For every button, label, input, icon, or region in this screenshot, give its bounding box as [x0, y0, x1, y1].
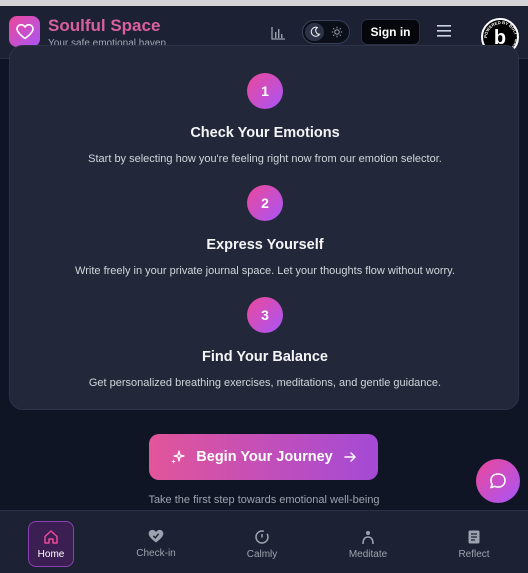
hamburger-menu-icon[interactable]	[437, 25, 451, 37]
nav-meditate[interactable]: Meditate	[338, 521, 398, 567]
app-title: Soulful Space	[48, 16, 161, 35]
step-description: Write freely in your private journal spa…	[75, 265, 455, 277]
step-number-badge: 3	[247, 297, 283, 333]
nav-label: Reflect	[458, 548, 490, 560]
step-3: 3 Find Your Balance Get personalized bre…	[10, 297, 520, 389]
step-number-badge: 1	[247, 73, 283, 109]
step-title: Express Yourself	[206, 237, 324, 253]
nav-calmly[interactable]: Calmly	[232, 521, 292, 567]
step-number-badge: 2	[247, 185, 283, 221]
step-description: Start by selecting how you're feeling ri…	[88, 153, 442, 165]
theme-toggle[interactable]	[302, 20, 350, 44]
chat-bubble-icon	[490, 473, 506, 489]
nav-label: Home	[37, 548, 65, 560]
nav-label: Calmly	[246, 548, 278, 560]
steps-card: 1 Check Your Emotions Start by selecting…	[9, 45, 519, 410]
bar-chart-icon[interactable]	[270, 25, 286, 41]
step-title: Find Your Balance	[202, 349, 328, 365]
chat-button[interactable]	[476, 459, 520, 503]
step-title: Check Your Emotions	[190, 125, 340, 141]
nav-home[interactable]: Home	[28, 521, 74, 567]
nav-reflect[interactable]: Reflect	[444, 521, 504, 567]
home-icon	[44, 529, 58, 544]
begin-journey-button[interactable]: Begin Your Journey	[149, 434, 378, 480]
moon-icon	[305, 23, 324, 41]
bottom-navigation: Home Check-in Calmly Meditate Reflect	[0, 510, 528, 573]
heart-check-icon	[148, 529, 164, 543]
nav-label: Check-in	[136, 548, 176, 559]
nav-label: Meditate	[348, 548, 388, 560]
step-1: 1 Check Your Emotions Start by selecting…	[10, 73, 520, 165]
step-2: 2 Express Yourself Write freely in your …	[10, 185, 520, 277]
sign-in-button[interactable]: Sign in	[361, 19, 420, 45]
timer-icon	[255, 529, 269, 544]
arrow-right-icon	[343, 452, 356, 462]
meditate-icon	[362, 530, 374, 544]
cta-subtext: Take the first step towards emotional we…	[148, 494, 380, 506]
sparkles-icon	[171, 450, 185, 464]
step-description: Get personalized breathing exercises, me…	[88, 377, 442, 389]
heart-logo-icon[interactable]	[9, 16, 40, 47]
journal-icon	[468, 530, 480, 543]
nav-check-in[interactable]: Check-in	[126, 521, 186, 567]
sun-icon	[331, 26, 343, 38]
begin-journey-label: Begin Your Journey	[196, 449, 333, 465]
